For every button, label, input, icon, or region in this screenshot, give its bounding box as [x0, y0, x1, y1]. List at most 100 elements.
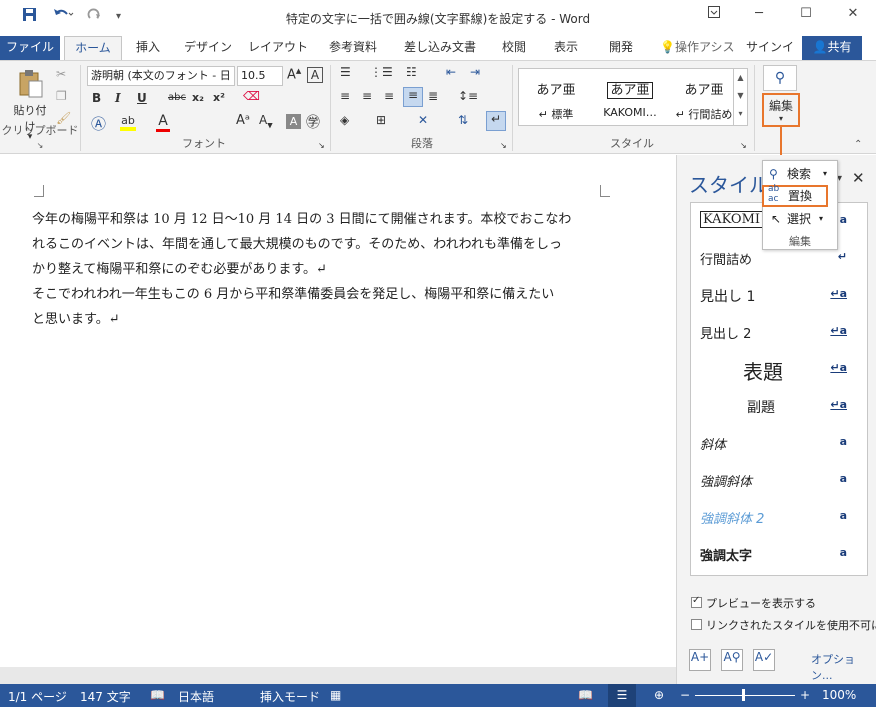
page-count[interactable]: 1/1 ページ: [8, 688, 67, 705]
style-list-item[interactable]: 副題 ↵a: [691, 388, 867, 425]
new-style-icon[interactable]: A+: [689, 649, 711, 671]
styles-dialog-launcher-icon[interactable]: ↘: [740, 141, 747, 150]
read-mode-icon[interactable]: 📖: [578, 688, 593, 702]
close-button[interactable]: ✕: [838, 6, 868, 21]
zoom-out-icon[interactable]: −: [680, 688, 690, 702]
editing-search-button[interactable]: ⚲: [763, 65, 797, 91]
macro-icon[interactable]: ▦: [330, 688, 341, 702]
tab-mailings[interactable]: 差し込み文書: [396, 36, 484, 60]
font-dialog-launcher-icon[interactable]: ↘: [318, 141, 325, 150]
text-effects-icon[interactable]: Ⓐ: [91, 113, 106, 134]
distribute-icon[interactable]: ≣: [428, 89, 438, 103]
style-list-item[interactable]: 見出し 2 ↵a: [691, 314, 867, 351]
font-color-icon[interactable]: A: [156, 113, 170, 132]
maximize-button[interactable]: ☐: [791, 6, 821, 21]
find-menu-item[interactable]: ⚲ 検索 ▾: [763, 163, 837, 185]
disable-linked-checkbox[interactable]: [691, 619, 702, 630]
italic-button[interactable]: I: [115, 91, 121, 105]
minimize-button[interactable]: ─: [744, 6, 774, 21]
shrink-font-icon[interactable]: A▼: [259, 113, 273, 129]
align-left-icon[interactable]: ≡: [340, 89, 350, 103]
shading-icon[interactable]: ◈: [340, 113, 349, 127]
numbering-icon[interactable]: ⋮☰: [370, 65, 393, 79]
style-list-item[interactable]: 見出し 1 ↵a: [691, 277, 867, 314]
style-inspector-icon[interactable]: A⚲: [721, 649, 743, 671]
show-marks-icon[interactable]: ↵: [486, 111, 506, 131]
options-link[interactable]: オプション...: [811, 651, 876, 683]
style-list-item[interactable]: 強調太字 a: [691, 536, 867, 573]
char-shading-icon[interactable]: A: [286, 114, 301, 129]
tab-home[interactable]: ホーム: [64, 36, 122, 61]
grow-font-icon[interactable]: A▲: [287, 67, 301, 82]
tab-insert[interactable]: 挿入: [126, 36, 170, 60]
tab-references[interactable]: 参考資料: [320, 36, 386, 60]
line-spacing-icon[interactable]: ↕≡: [458, 89, 478, 103]
subscript-button[interactable]: x₂: [192, 91, 204, 104]
sort-icon[interactable]: ⇅: [458, 113, 468, 127]
tab-developer[interactable]: 開発: [598, 36, 644, 60]
style-list-item[interactable]: 表題 ↵a: [691, 351, 867, 388]
decrease-indent-icon[interactable]: ⇤: [446, 65, 456, 79]
close-icon[interactable]: ✕: [852, 169, 865, 187]
align-right-icon[interactable]: ≡: [384, 89, 394, 103]
zoom-slider-thumb[interactable]: [742, 689, 745, 701]
select-menu-item[interactable]: ↖ 選択 ▾: [763, 208, 837, 230]
multilevel-list-icon[interactable]: ☷: [406, 65, 417, 79]
zoom-level[interactable]: 100%: [822, 688, 856, 702]
align-center-icon[interactable]: ≡: [362, 89, 372, 103]
clear-format-icon[interactable]: A: [307, 67, 323, 83]
copy-icon[interactable]: ❐: [56, 89, 67, 103]
font-name-select[interactable]: 游明朝 (本文のフォント - 日: [87, 66, 235, 86]
style-kakomi[interactable]: あア亜 KAKOMI…: [593, 69, 667, 125]
superscript-button[interactable]: x²: [213, 91, 225, 104]
signin-link[interactable]: サインイン: [744, 36, 796, 76]
asian-layout-icon[interactable]: ✕: [418, 113, 428, 127]
style-normal[interactable]: あア亜 ↵ 標準: [519, 69, 593, 125]
editing-button[interactable]: 編集 ▾: [762, 93, 800, 127]
language-indicator[interactable]: 日本語: [178, 688, 214, 705]
document-body[interactable]: 今年の梅陽平和祭は 10 月 12 日〜10 月 14 日の 3 日間にて開催さ…: [32, 207, 602, 332]
print-layout-icon[interactable]: ☰: [608, 684, 636, 707]
horizontal-scrollbar[interactable]: [0, 667, 676, 684]
replace-menu-item[interactable]: ab ac 置換: [762, 184, 828, 207]
tell-me-box[interactable]: 💡操作アシスト: [660, 36, 744, 76]
borders-icon[interactable]: ⊞: [376, 113, 386, 127]
bold-button[interactable]: B: [92, 91, 101, 105]
styles-gallery[interactable]: あア亜 ↵ 標準 あア亜 KAKOMI… あア亜 ↵ 行間詰め ▲ ▼ ▾: [518, 68, 748, 126]
proofing-icon[interactable]: 📖: [150, 688, 165, 702]
collapse-ribbon-icon[interactable]: ⌃: [854, 139, 862, 150]
tab-view[interactable]: 表示: [546, 36, 586, 60]
bullets-icon[interactable]: ☰: [340, 65, 351, 79]
tab-design[interactable]: デザイン: [180, 36, 236, 60]
strikethrough-button[interactable]: abc: [168, 92, 186, 103]
insert-mode[interactable]: 挿入モード: [260, 688, 320, 705]
style-list-item[interactable]: 強調斜体 2 a: [691, 499, 867, 536]
highlight-icon[interactable]: ab: [120, 113, 136, 131]
zoom-slider[interactable]: [695, 695, 795, 696]
ribbon-display-icon[interactable]: [699, 6, 729, 22]
tab-file[interactable]: ファイル: [0, 36, 60, 60]
style-list-item[interactable]: 強調斜体 a: [691, 462, 867, 499]
zoom-in-icon[interactable]: +: [800, 688, 810, 702]
dialog-launcher-icon[interactable]: ↘: [37, 141, 44, 150]
change-case-icon[interactable]: Aᵃ: [236, 113, 250, 128]
style-no-spacing[interactable]: あア亜 ↵ 行間詰め: [667, 69, 741, 125]
gallery-scroll[interactable]: ▲ ▼ ▾: [733, 69, 747, 125]
word-count[interactable]: 147 文字: [80, 688, 131, 705]
ribbon-tabs: ファイル ホーム 挿入 デザイン レイアウト 参考資料 差し込み文書 校閲 表示…: [0, 36, 876, 76]
justify-icon[interactable]: ≡: [403, 87, 423, 107]
eraser-icon[interactable]: ⌫: [243, 89, 260, 103]
increase-indent-icon[interactable]: ⇥: [470, 65, 480, 79]
web-layout-icon[interactable]: ⊕: [654, 688, 664, 702]
manage-styles-icon[interactable]: A✓: [753, 649, 775, 671]
tab-layout[interactable]: レイアウト: [246, 36, 310, 60]
show-preview-checkbox[interactable]: ✓: [691, 595, 702, 608]
enclosed-char-icon[interactable]: ㊫: [306, 112, 320, 132]
style-list-item[interactable]: 斜体 a: [691, 425, 867, 462]
tab-review[interactable]: 校閲: [494, 36, 534, 60]
paragraph-dialog-launcher-icon[interactable]: ↘: [500, 141, 507, 150]
share-button[interactable]: 👤共有: [802, 36, 862, 60]
underline-button[interactable]: U: [137, 91, 147, 105]
cut-icon[interactable]: ✂: [56, 67, 66, 81]
font-size-select[interactable]: 10.5: [237, 66, 283, 86]
